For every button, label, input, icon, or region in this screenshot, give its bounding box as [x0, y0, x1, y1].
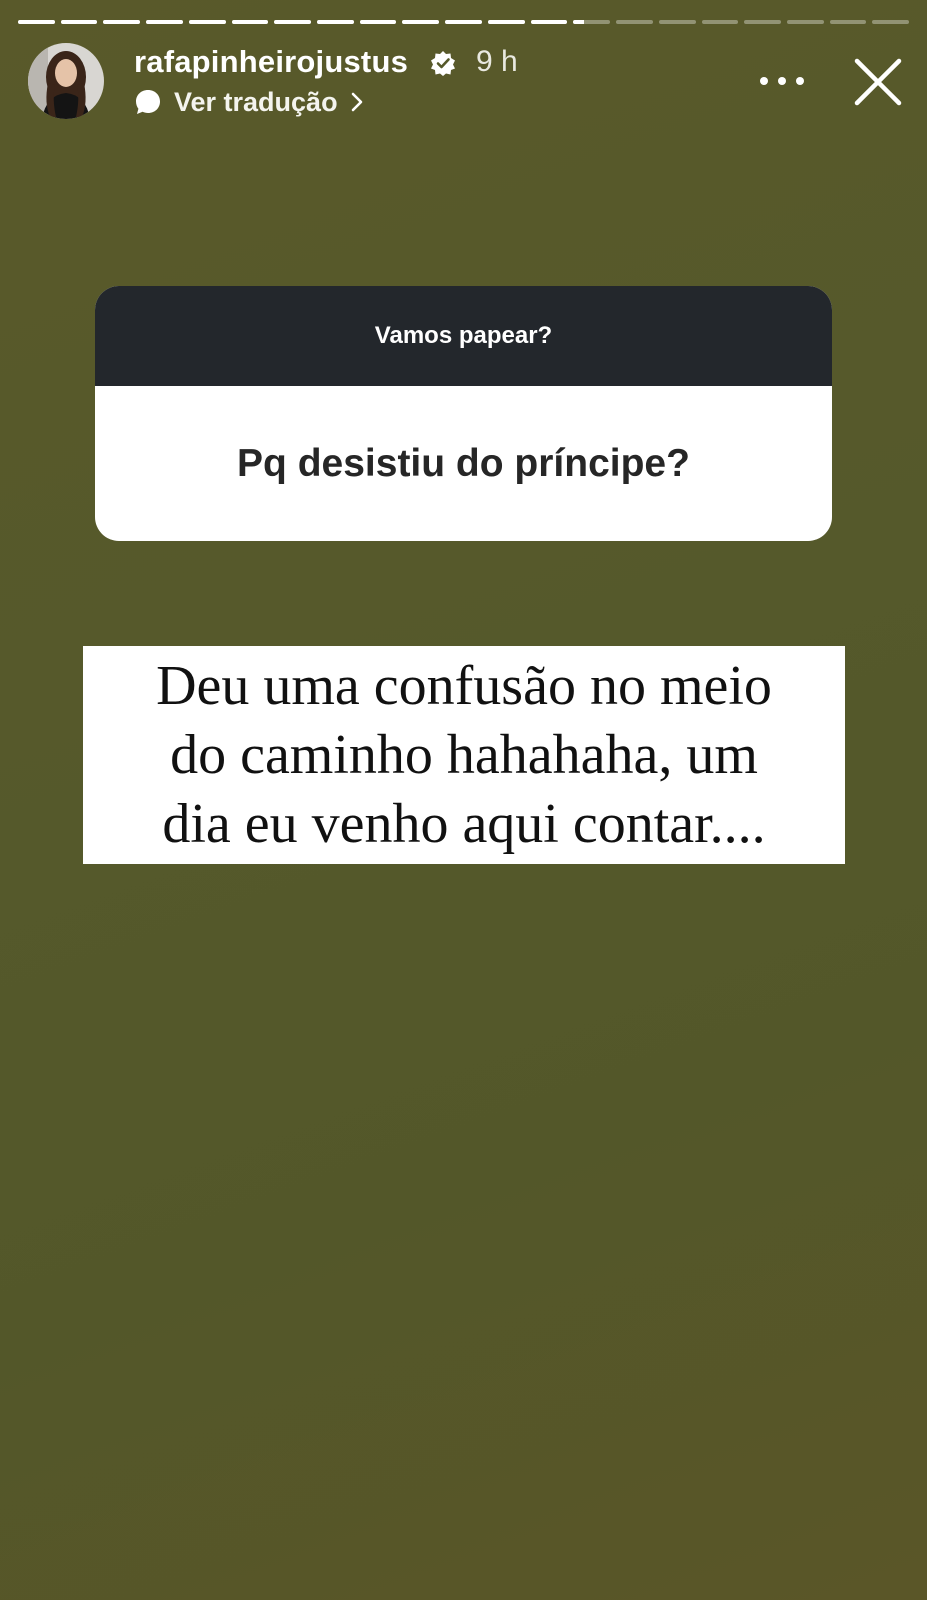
answer-text-block: Deu uma confusão no meio do caminho haha… — [83, 646, 845, 864]
progress-segment — [274, 20, 312, 24]
progress-segment — [573, 20, 611, 24]
progress-segment — [402, 20, 440, 24]
answer-line: do caminho hahahaha, um — [170, 723, 758, 786]
more-options-icon[interactable] — [760, 64, 804, 98]
close-icon[interactable] — [853, 57, 903, 107]
progress-segment — [146, 20, 183, 24]
translate-label: Ver tradução — [174, 86, 338, 117]
progress-segment — [786, 20, 824, 24]
story-username[interactable]: rafapinheirojustus — [134, 44, 408, 80]
progress-segment — [359, 20, 397, 24]
chevron-right-icon — [351, 92, 362, 112]
story-progress-bar — [18, 20, 910, 24]
verified-badge-icon — [431, 51, 455, 76]
progress-segment — [188, 20, 226, 24]
story-timestamp: 9 h — [476, 45, 518, 78]
progress-segment — [872, 20, 910, 24]
progress-segment — [231, 20, 269, 24]
question-sticker[interactable]: Vamos papear? Pq desistiu do príncipe? — [95, 286, 832, 541]
answer-line: Deu uma confusão no meio — [156, 654, 772, 717]
progress-segment — [317, 20, 354, 24]
speech-bubble-icon — [136, 90, 160, 114]
progress-segment — [18, 20, 55, 24]
question-sticker-header: Vamos papear? — [95, 286, 832, 386]
progress-segment — [658, 20, 696, 24]
progress-segment — [103, 20, 141, 24]
progress-segment — [445, 20, 482, 24]
progress-segment — [829, 20, 867, 24]
question-text: Pq desistiu do príncipe? — [237, 441, 690, 485]
answer-line: dia eu venho aqui contar.... — [162, 792, 766, 855]
progress-segment — [744, 20, 781, 24]
progress-segment — [530, 20, 568, 24]
progress-segment — [487, 20, 525, 24]
progress-segment — [701, 20, 739, 24]
profile-avatar[interactable] — [28, 43, 104, 119]
progress-segment — [616, 20, 653, 24]
progress-segment — [60, 20, 98, 24]
translate-link[interactable]: Ver tradução — [134, 84, 364, 120]
